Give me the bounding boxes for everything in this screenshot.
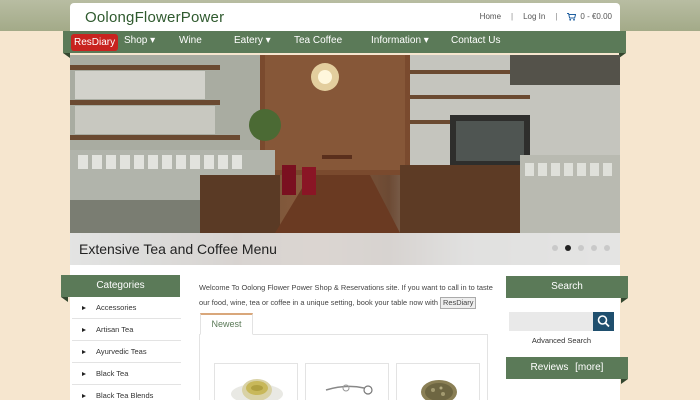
welcome-resdiary-button[interactable]: ResDiary (440, 297, 477, 309)
reviews-title: Reviews (530, 362, 569, 373)
nav-contact-us[interactable]: Contact Us (451, 35, 500, 46)
slider-dot-active[interactable] (565, 245, 571, 251)
slider-caption: Extensive Tea and Coffee Menu (79, 241, 277, 257)
category-item[interactable]: Black Tea (72, 363, 181, 385)
category-item[interactable]: Black Tea Blends (72, 385, 181, 400)
search-input[interactable] (509, 312, 593, 331)
separator: | (511, 12, 514, 21)
main-nav: ResDiary Shop ▾ Wine Eatery ▾ Tea Coffee… (63, 31, 626, 53)
separator: | (555, 12, 558, 21)
hero-slider[interactable]: Extensive Tea and Coffee Menu (70, 55, 620, 265)
nav-wine[interactable]: Wine (179, 35, 202, 46)
category-item[interactable]: Ayurvedic Teas (72, 341, 181, 363)
slider-dots (552, 245, 610, 251)
cart-link[interactable]: 0 - €0.00 (580, 12, 612, 21)
search-heading: Search (506, 276, 628, 298)
resdiary-button[interactable]: ResDiary (71, 34, 119, 51)
categories-list: Accessories Artisan Tea Ayurvedic Teas B… (72, 297, 181, 400)
reviews-heading: Reviews [more] (506, 357, 628, 379)
nav-fold-right (619, 53, 626, 58)
cart-icon[interactable] (567, 13, 577, 21)
category-label: Black Tea (96, 369, 129, 378)
site-logo[interactable]: OolongFlowerPower (85, 9, 224, 26)
loose-tea-image (421, 380, 457, 400)
slider-dot[interactable] (604, 245, 610, 251)
category-item[interactable]: Artisan Tea (72, 319, 181, 341)
nav-shop[interactable]: Shop ▾ (124, 35, 155, 46)
heading-fold (621, 379, 628, 384)
reviews-more-link[interactable]: [more] (575, 362, 603, 373)
nav-tea-coffee[interactable]: Tea Coffee (294, 35, 342, 46)
category-label: Black Tea Blends (96, 391, 154, 400)
home-link[interactable]: Home (480, 12, 501, 21)
nav-fold-left (63, 53, 70, 58)
search-button[interactable] (593, 312, 614, 331)
categories-heading: Categories (61, 275, 180, 297)
search-box (509, 312, 614, 331)
tea-infuser-image (325, 384, 373, 395)
tab-newest[interactable]: Newest (200, 313, 253, 335)
category-label: Artisan Tea (96, 325, 134, 334)
bullet-arrow-icon (82, 371, 86, 376)
product-card[interactable] (214, 363, 298, 400)
bullet-arrow-icon (82, 393, 86, 398)
slider-dot[interactable] (552, 245, 558, 251)
slider-dot[interactable] (591, 245, 597, 251)
heading-fold (621, 298, 628, 303)
bullet-arrow-icon (82, 349, 86, 354)
site-header: OolongFlowerPower Home | Log In | 0 - €0… (70, 3, 620, 33)
tea-cup-image (231, 379, 283, 400)
welcome-text: Welcome To Oolong Flower Power Shop & Re… (199, 280, 494, 310)
category-label: Accessories (96, 303, 137, 312)
advanced-search-link[interactable]: Advanced Search (509, 336, 614, 345)
slider-caption-bar: Extensive Tea and Coffee Menu (70, 233, 620, 265)
top-links: Home | Log In | 0 - €0.00 (480, 12, 612, 21)
heading-fold (61, 297, 68, 302)
slider-dot[interactable] (578, 245, 584, 251)
login-link[interactable]: Log In (523, 12, 545, 21)
nav-eatery[interactable]: Eatery ▾ (234, 35, 271, 46)
category-label: Ayurvedic Teas (96, 347, 147, 356)
product-card[interactable] (305, 363, 389, 400)
bullet-arrow-icon (82, 327, 86, 332)
nav-information[interactable]: Information ▾ (371, 35, 429, 46)
category-item[interactable]: Accessories (72, 297, 181, 319)
search-icon (597, 315, 610, 328)
product-card[interactable] (396, 363, 480, 400)
bullet-arrow-icon (82, 305, 86, 310)
